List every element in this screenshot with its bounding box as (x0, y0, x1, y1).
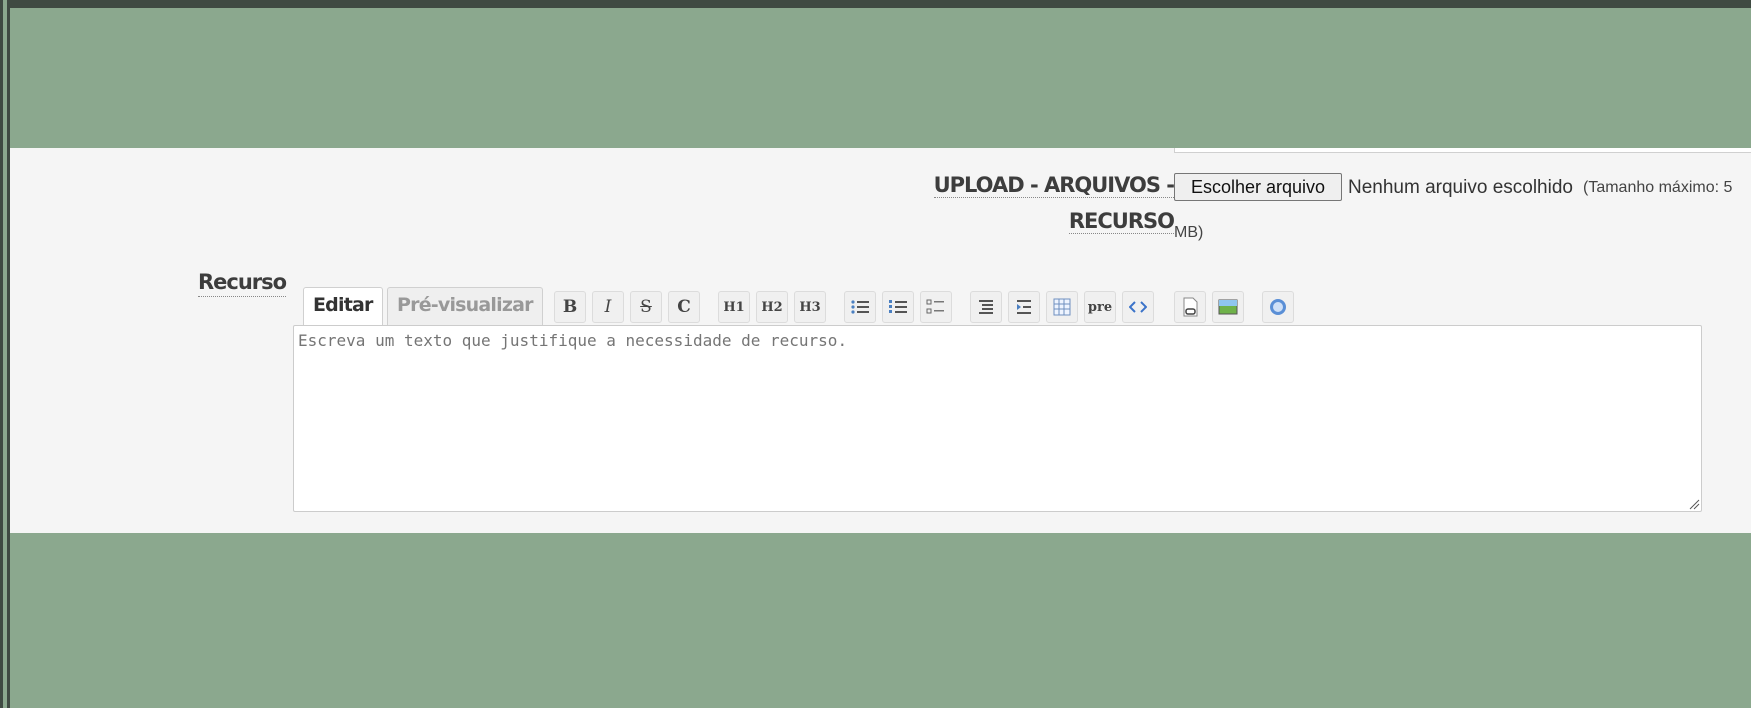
code-block-button[interactable] (1122, 291, 1154, 323)
bold-icon: B (562, 297, 578, 317)
quote-button[interactable] (970, 291, 1002, 323)
table-button[interactable] (1046, 291, 1078, 323)
strikethrough-button[interactable]: S (630, 291, 662, 323)
indent-icon (1017, 300, 1031, 314)
code-block-icon (1129, 301, 1147, 313)
left-border (0, 0, 10, 708)
image-button[interactable] (1212, 291, 1244, 323)
upload-label-line2: RECURSO (1068, 209, 1175, 234)
strikethrough-icon: S (640, 297, 652, 317)
help-button[interactable] (1262, 291, 1294, 323)
quote-icon (979, 300, 993, 314)
resize-handle-icon[interactable] (1688, 498, 1700, 510)
bold-button[interactable]: B (554, 291, 586, 323)
pre-button[interactable]: pre (1084, 291, 1116, 323)
table-icon (1053, 298, 1071, 316)
upload-label: UPLOAD - ARQUIVOS - RECURSO (874, 167, 1175, 239)
inline-code-button[interactable]: C (668, 291, 700, 323)
italic-icon: I (604, 297, 612, 317)
attachment-button[interactable] (1174, 291, 1206, 323)
help-icon (1270, 299, 1286, 315)
top-border (0, 0, 1751, 8)
image-icon (1218, 299, 1238, 315)
bullet-list-icon (851, 300, 869, 314)
numbered-list-button[interactable] (882, 291, 914, 323)
indent-button[interactable] (1008, 291, 1040, 323)
file-size-hint: (Tamanho máximo: 5 (1583, 179, 1733, 196)
left-border-inner (3, 0, 7, 708)
attachment-icon (1183, 297, 1198, 317)
heading2-icon: H2 (761, 299, 783, 315)
previous-field-edge (1174, 148, 1751, 153)
pre-icon: pre (1087, 299, 1113, 315)
upload-label-line1: UPLOAD - ARQUIVOS - (933, 173, 1175, 198)
recurso-label: Recurso (198, 268, 287, 297)
heading3-button[interactable]: H3 (794, 291, 826, 323)
italic-button[interactable]: I (592, 291, 624, 323)
tab-pre-visualizar[interactable]: Pré-visualizar (387, 287, 543, 325)
checklist-button[interactable] (920, 291, 952, 323)
heading2-button[interactable]: H2 (756, 291, 788, 323)
file-size-hint-cont: MB) (1174, 224, 1204, 241)
inline-code-icon: C (677, 297, 691, 317)
bullet-list-button[interactable] (844, 291, 876, 323)
heading1-button[interactable]: H1 (718, 291, 750, 323)
heading1-icon: H1 (723, 299, 745, 315)
heading3-icon: H3 (799, 299, 821, 315)
choose-file-button[interactable]: Escolher arquivo (1174, 173, 1342, 201)
tab-editar[interactable]: Editar (303, 287, 383, 325)
checklist-icon (926, 299, 944, 314)
numbered-list-icon (889, 300, 907, 313)
file-status: Nenhum arquivo escolhido (1348, 177, 1573, 198)
form-panel: UPLOAD - ARQUIVOS - RECURSO Escolher arq… (10, 148, 1751, 533)
recurso-textarea[interactable] (293, 325, 1702, 512)
